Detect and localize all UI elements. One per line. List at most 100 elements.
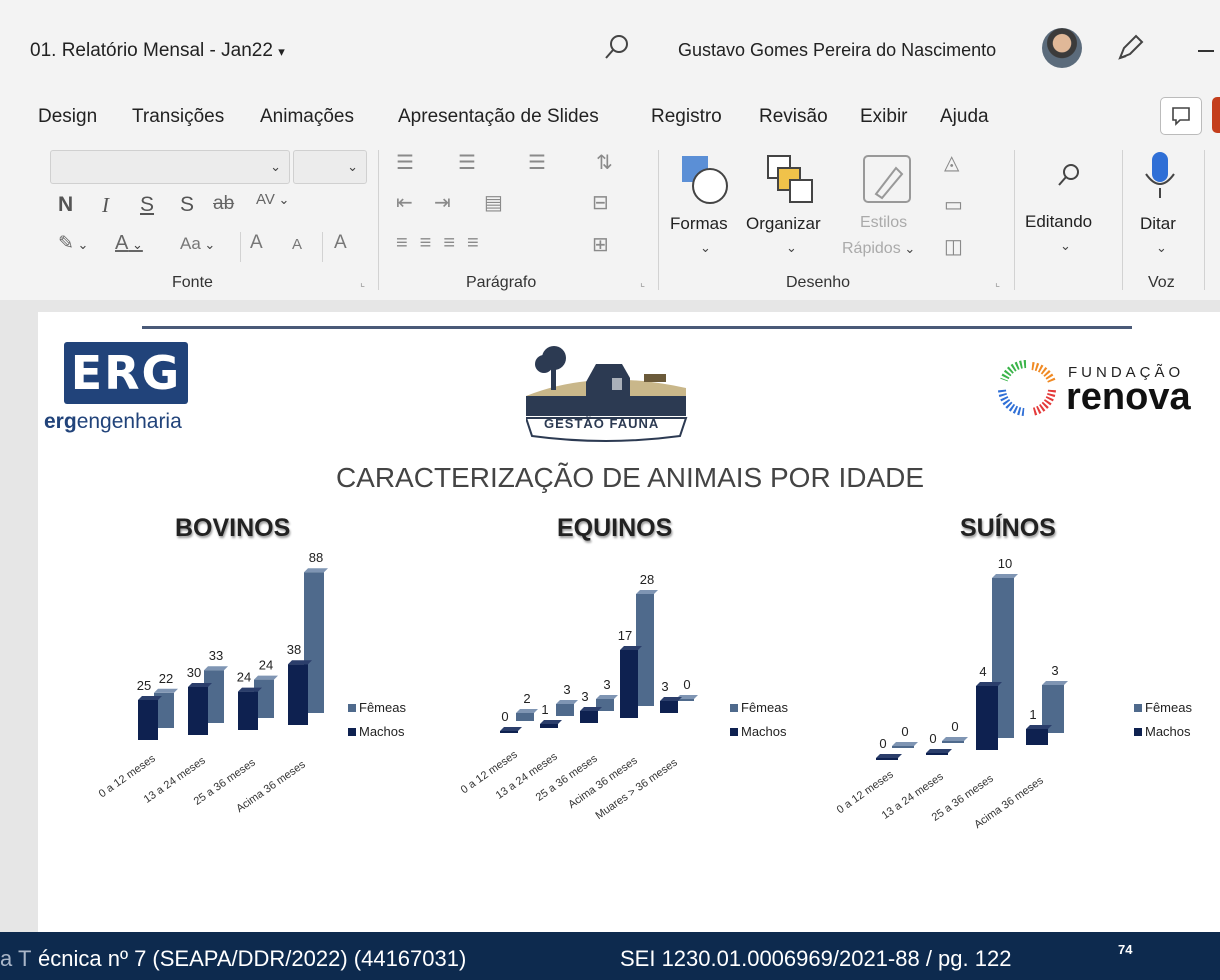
increase-indent-icon[interactable]: ⇥	[434, 190, 451, 215]
separator	[322, 232, 323, 262]
font-size-combo[interactable]: ⌄	[293, 150, 367, 184]
shadow-button[interactable]: S	[180, 193, 194, 217]
chevron-down-icon: ⌄	[274, 192, 290, 207]
alignment-icons[interactable]: ≡≡≡≡	[396, 232, 491, 255]
menu-ajuda[interactable]: Ajuda	[940, 106, 989, 128]
align-text-icon[interactable]: ⊟	[592, 190, 609, 215]
menu-transicoes[interactable]: Transições	[132, 106, 224, 128]
numbering-icon[interactable]: ☰	[458, 150, 476, 175]
menu-design[interactable]: Design	[38, 106, 97, 128]
share-button[interactable]	[1212, 97, 1220, 133]
menu-registro[interactable]: Registro	[651, 106, 722, 128]
dialog-launcher-icon[interactable]: ⌞	[360, 276, 365, 289]
footer-text-left: écnica nº 7 (SEAPA/DDR/2022) (44167031)	[38, 946, 467, 971]
shape-outline-icon[interactable]: ▭	[944, 192, 963, 217]
change-case-button[interactable]: Aa ⌄	[180, 234, 215, 254]
shape-effects-icon[interactable]: ◫	[944, 234, 963, 259]
font-color-text: A	[115, 232, 129, 254]
chart-title-bovinos: BOVINOS	[175, 514, 291, 542]
decrease-indent-icon[interactable]: ⇤	[396, 190, 413, 215]
separator	[240, 232, 241, 262]
clear-format-icon[interactable]: A	[334, 232, 347, 254]
shapes-button[interactable]: Formas	[670, 214, 728, 234]
pen-icon[interactable]	[1112, 30, 1148, 66]
chevron-down-icon: ⌄	[1060, 238, 1071, 253]
comment-button[interactable]	[1160, 97, 1202, 135]
dictate-button[interactable]: Ditar	[1140, 214, 1176, 234]
chevron-down-icon: ▾	[278, 44, 285, 59]
renova-text: renova	[1066, 376, 1191, 418]
separator	[658, 150, 659, 290]
chevron-down-icon: ⌄	[73, 237, 89, 252]
underline-button[interactable]: S	[140, 193, 154, 217]
footer-text-prefix: a T	[0, 946, 32, 971]
quick-styles-button[interactable]: Rápidos ⌄	[842, 240, 915, 258]
grow-font-button[interactable]: A	[250, 232, 263, 254]
quick-styles-label-1: Estilos	[860, 214, 908, 231]
arrange-button[interactable]: Organizar	[746, 214, 821, 234]
separator	[1122, 150, 1123, 290]
font-color-button[interactable]: A ⌄	[115, 232, 143, 255]
text-direction-icon[interactable]: ⇅	[596, 150, 613, 175]
comment-icon	[1172, 107, 1190, 126]
char-spacing-button[interactable]: AV ⌄	[256, 191, 289, 208]
search-icon[interactable]	[600, 30, 634, 64]
erg-subtitle-bold: erg	[44, 410, 77, 433]
separator	[1204, 150, 1205, 290]
footer-page-sup: 74	[1118, 942, 1133, 957]
highlight-button[interactable]: ✎ ⌄	[58, 232, 88, 255]
minimize-icon[interactable]	[1198, 50, 1214, 52]
group-label-paragrafo: Parágrafo	[466, 274, 537, 291]
shrink-font-button[interactable]: A	[292, 236, 302, 253]
arrange-icon[interactable]	[766, 154, 818, 206]
menu-revisao[interactable]: Revisão	[759, 106, 828, 128]
change-case-text: Aa	[180, 234, 201, 253]
strikethrough-button[interactable]: ab	[213, 193, 234, 215]
dialog-launcher-icon[interactable]: ⌞	[640, 276, 645, 289]
erg-logo: ERG	[64, 342, 188, 404]
erg-logo-text: ERG	[70, 346, 182, 400]
highlighter-icon: ✎	[58, 233, 74, 254]
chevron-down-icon: ⌄	[128, 237, 143, 252]
chevron-down-icon: ⌄	[700, 240, 711, 255]
shapes-icon[interactable]	[680, 154, 732, 206]
bold-button[interactable]: N	[58, 193, 73, 217]
chevron-down-icon: ⌄	[786, 240, 797, 255]
erg-subtitle: ergengenharia	[44, 410, 182, 434]
chevron-down-icon: ⌄	[1156, 240, 1167, 255]
columns-icon[interactable]: ▤	[484, 190, 503, 215]
group-label-desenho: Desenho	[786, 274, 851, 291]
erg-subtitle-rest: engenharia	[76, 410, 182, 433]
char-spacing-text: AV	[256, 191, 275, 208]
shape-fill-icon[interactable]: ◬	[944, 150, 959, 175]
editing-button[interactable]: Editando	[1025, 212, 1092, 232]
bullets-icon[interactable]: ☰	[396, 150, 414, 175]
font-name-combo[interactable]: ⌄	[50, 150, 290, 184]
search-icon	[1058, 164, 1079, 186]
avatar[interactable]	[1042, 28, 1082, 68]
chevron-down-icon: ⌄	[347, 159, 358, 174]
menu-apresentacao[interactable]: Apresentação de Slides	[398, 106, 599, 128]
user-name[interactable]: Gustavo Gomes Pereira do Nascimento	[678, 40, 996, 61]
document-title[interactable]: 01. Relatório Mensal - Jan22 ▾	[30, 40, 285, 62]
separator	[378, 150, 379, 290]
quick-styles-icon[interactable]	[862, 154, 914, 206]
dialog-launcher-icon[interactable]: ⌞	[995, 276, 1000, 289]
group-label-fonte: Fonte	[172, 274, 213, 291]
chevron-down-icon: ⌄	[270, 159, 281, 174]
separator	[1014, 150, 1015, 290]
chart-title-equinos: EQUINOS	[557, 514, 673, 542]
chevron-down-icon: ⌄	[200, 237, 216, 252]
gestao-fauna-text: GESTÃO FAUNA	[544, 416, 660, 431]
line-spacing-icon[interactable]: ☰	[528, 150, 546, 175]
slide-top-rule	[142, 326, 1132, 329]
italic-button[interactable]: I	[102, 193, 109, 218]
smartart-icon[interactable]: ⊞	[592, 232, 609, 257]
quick-styles-label-2: Rápidos	[842, 240, 901, 257]
chart-title-suinos: SUÍNOS	[960, 514, 1056, 542]
menu-animacoes[interactable]: Animações	[260, 106, 354, 128]
microphone-icon	[1145, 152, 1175, 198]
menu-exibir[interactable]: Exibir	[860, 106, 908, 128]
chevron-down-icon: ⌄	[900, 241, 916, 256]
document-title-text: 01. Relatório Mensal - Jan22	[30, 40, 273, 61]
